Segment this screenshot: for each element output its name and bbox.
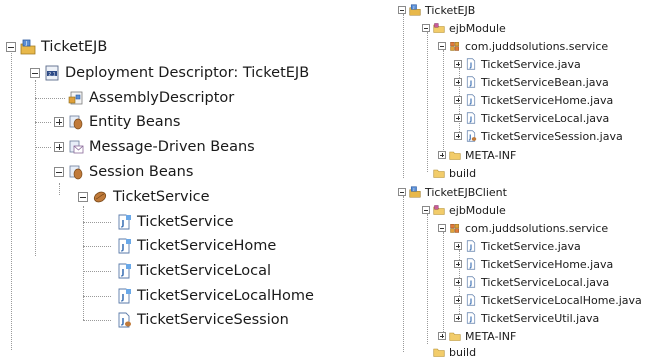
tree-node-java-file[interactable]: TicketServiceUtil.java (454, 309, 599, 327)
tree-node-java-file[interactable]: TicketServiceLocalHome.java (454, 291, 642, 309)
node-label: com.juddsolutions.service (465, 39, 609, 53)
collapse-toggle[interactable] (398, 6, 406, 14)
source-folder-icon (433, 22, 445, 34)
collapse-toggle[interactable] (438, 42, 446, 50)
node-label: META-INF (465, 329, 517, 343)
java-file-icon (465, 94, 477, 106)
java-file-icon (465, 58, 477, 70)
tree-node-java-file[interactable]: TicketServiceLocal.java (454, 273, 609, 291)
node-label: TicketServiceHome.java (481, 93, 614, 107)
node-label: TicketServiceBean.java (481, 75, 609, 89)
collapse-toggle[interactable] (422, 206, 430, 214)
tree-node-package[interactable]: com.juddsolutions.service (438, 37, 608, 55)
expand-toggle[interactable] (454, 296, 462, 304)
java-file-icon (465, 312, 477, 324)
tree-node-project-ticketejb[interactable]: TicketEJB (398, 1, 475, 19)
java-file-icon (465, 276, 477, 288)
tree-node-meta-inf[interactable]: META-INF (438, 146, 516, 164)
tree-node-java-file[interactable]: TicketServiceBean.java (454, 73, 609, 91)
expand-toggle[interactable] (454, 278, 462, 286)
node-label: TicketServiceSession.java (481, 129, 623, 143)
tree-node-project-ticketejbclient[interactable]: TicketEJBClient (398, 183, 507, 201)
node-label: build (449, 166, 477, 180)
expand-toggle[interactable] (454, 260, 462, 268)
node-label: TicketServiceLocal.java (481, 275, 610, 289)
node-label: ejbModule (449, 203, 506, 217)
tree-node-build[interactable]: build (433, 343, 476, 361)
node-label: ejbModule (449, 21, 506, 35)
tree-node-java-file[interactable]: TicketService.java (454, 237, 581, 255)
ejb-client-project-icon (409, 186, 421, 198)
node-label: TicketService.java (481, 57, 581, 71)
tree-node-java-file[interactable]: TicketServiceLocal.java (454, 109, 609, 127)
tree-node-java-file[interactable]: TicketServiceHome.java (454, 255, 613, 273)
expand-toggle[interactable] (454, 114, 462, 122)
collapse-toggle[interactable] (438, 224, 446, 232)
node-label: build (449, 345, 477, 359)
folder-icon (433, 346, 445, 358)
tree-node-java-file[interactable]: TicketServiceHome.java (454, 91, 613, 109)
node-label: META-INF (465, 148, 517, 162)
folder-icon (433, 167, 445, 179)
tree-node-java-file[interactable]: TicketService.java (454, 55, 581, 73)
node-label: TicketServiceLocalHome.java (481, 293, 642, 307)
project-explorer-tree: TicketEJB ejbModule com.juddsolutions.se… (0, 0, 653, 360)
node-label: com.juddsolutions.service (465, 221, 609, 235)
node-label: TicketEJBClient (425, 185, 507, 199)
java-file-icon (465, 240, 477, 252)
expand-toggle[interactable] (438, 151, 446, 159)
source-folder-icon (433, 204, 445, 216)
java-file-icon (465, 76, 477, 88)
node-label: TicketEJB (425, 3, 476, 17)
ejb-project-icon (409, 4, 421, 16)
collapse-toggle[interactable] (422, 24, 430, 32)
java-file-icon (465, 294, 477, 306)
node-label: TicketService.java (481, 239, 581, 253)
tree-node-build[interactable]: build (433, 164, 476, 182)
expand-toggle[interactable] (454, 60, 462, 68)
java-file-icon (465, 258, 477, 270)
tree-node-java-file[interactable]: TicketServiceSession.java (454, 127, 623, 145)
folder-icon (449, 330, 461, 342)
node-label: TicketServiceUtil.java (481, 311, 600, 325)
java-file-icon (465, 130, 477, 142)
tree-node-package[interactable]: com.juddsolutions.service (438, 219, 608, 237)
node-label: TicketServiceLocal.java (481, 111, 610, 125)
expand-toggle[interactable] (454, 78, 462, 86)
package-icon (449, 40, 461, 52)
collapse-toggle[interactable] (398, 188, 406, 196)
tree-node-ejbmodule[interactable]: ejbModule (422, 201, 506, 219)
expand-toggle[interactable] (454, 96, 462, 104)
expand-toggle[interactable] (454, 132, 462, 140)
java-file-icon (465, 112, 477, 124)
node-label: TicketServiceHome.java (481, 257, 614, 271)
folder-icon (449, 149, 461, 161)
expand-toggle[interactable] (438, 332, 446, 340)
expand-toggle[interactable] (454, 314, 462, 322)
package-icon (449, 222, 461, 234)
expand-toggle[interactable] (454, 242, 462, 250)
tree-node-ejbmodule[interactable]: ejbModule (422, 19, 506, 37)
